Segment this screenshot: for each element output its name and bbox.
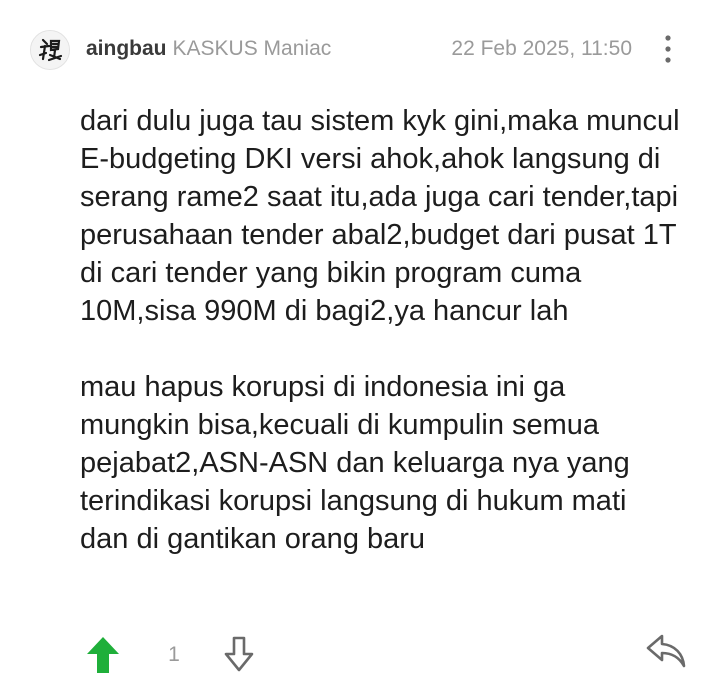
avatar[interactable] — [30, 30, 70, 70]
user-rank: KASKUS Maniac — [172, 37, 332, 60]
post-timestamp: 22 Feb 2025, 11:50 — [451, 37, 632, 60]
post-paragraph: dari dulu juga tau sistem kyk gini,maka … — [80, 105, 680, 327]
username-link[interactable]: aingbau — [86, 37, 167, 60]
downvote-button[interactable] — [222, 634, 256, 674]
post-paragraph: mau hapus korupsi di indonesia ini ga mu… — [80, 371, 630, 555]
reply-icon — [646, 634, 686, 668]
arrow-up-icon — [87, 637, 119, 673]
vote-count: 1 — [168, 643, 180, 666]
reply-button[interactable] — [644, 630, 688, 672]
upvote-button[interactable] — [84, 634, 122, 676]
post-header: aingbau KASKUS Maniac 22 Feb 2025, 11:50 — [0, 0, 720, 96]
post-footer: 1 — [0, 620, 720, 690]
author-line: aingbau KASKUS Maniac — [86, 37, 331, 61]
post-body: dari dulu juga tau sistem kyk gini,maka … — [80, 102, 680, 558]
avatar-image — [31, 31, 69, 69]
arrow-down-icon — [224, 636, 254, 672]
more-vertical-icon — [665, 35, 671, 63]
more-options-button[interactable] — [656, 32, 680, 66]
